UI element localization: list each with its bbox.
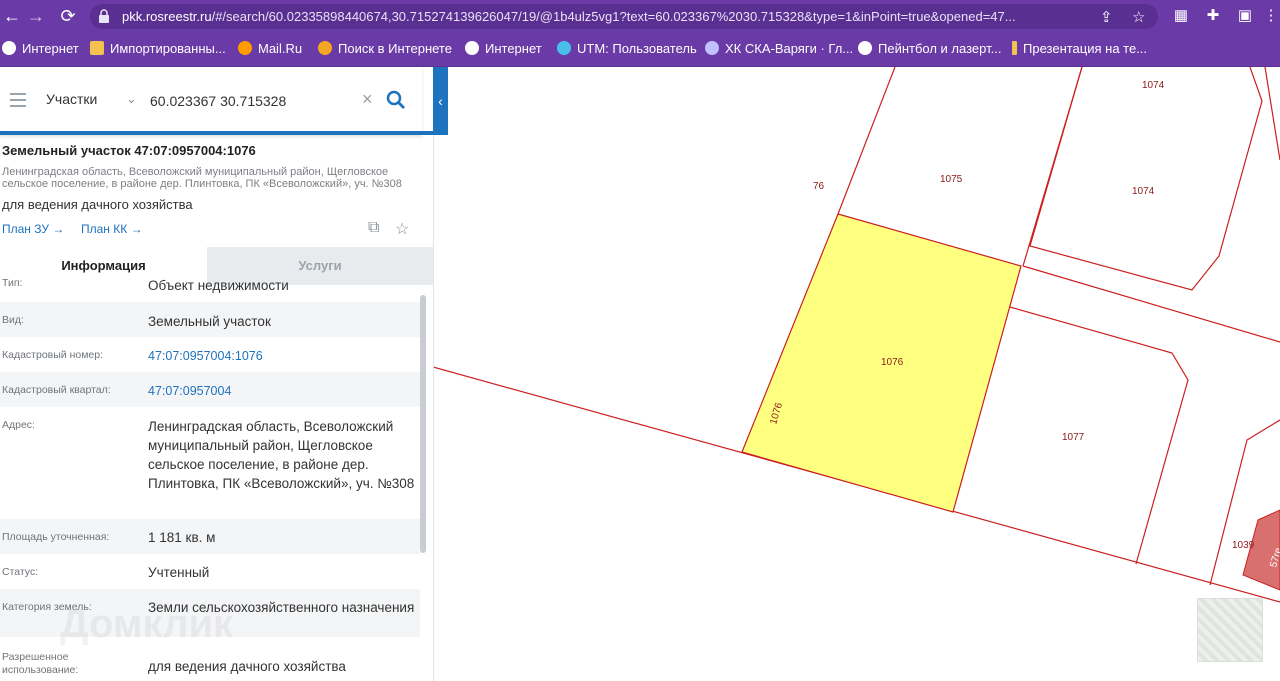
minimap[interactable]	[1197, 598, 1263, 662]
parcel-label: 1076	[881, 357, 904, 368]
sidebar-icon[interactable]: ▣	[1236, 7, 1254, 25]
address-bar[interactable]: pkk.rosreestr.ru/#/search/60.02335898440…	[90, 4, 1158, 29]
bookmark-item[interactable]: Mail.Ru	[238, 40, 302, 58]
object-use: для ведения дачного хозяйства	[2, 197, 193, 212]
property-label: Площадь уточненная:	[2, 531, 110, 543]
property-row: Площадь уточненная: 1 181 кв. м	[0, 519, 420, 554]
globe-icon	[858, 41, 872, 55]
boundary-line	[837, 67, 896, 215]
property-value: для ведения дачного хозяйства	[148, 659, 346, 674]
parcel-label: 1075	[940, 174, 963, 185]
search-underline	[0, 131, 433, 135]
scrollbar[interactable]	[420, 295, 426, 553]
folder-icon	[90, 41, 104, 55]
chevron-down-icon[interactable]: ⌄	[126, 91, 137, 107]
hockey-icon	[705, 41, 719, 55]
at-icon	[238, 41, 252, 55]
bookmarks-bar: Интернет Импортированны... Mail.Ru Поиск…	[0, 33, 1280, 67]
bookmark-item[interactable]: Поиск в Интернете	[318, 40, 452, 58]
bookmark-star-icon[interactable]: ☆	[1132, 8, 1145, 26]
info-panel: Участки ⌄ × Земельный участок 47:07:0957…	[0, 67, 434, 681]
forward-icon[interactable]: →	[24, 5, 48, 27]
property-value: Ленинградская область, Всеволожский муни…	[148, 419, 415, 491]
share-icon[interactable]: ⇪	[1100, 8, 1113, 26]
property-label: Статус:	[2, 566, 39, 578]
property-value: Учтенный	[148, 565, 210, 580]
extensions-icon[interactable]: ✚	[1204, 7, 1222, 25]
globe-icon	[465, 41, 479, 55]
parcel-label: 1074	[1142, 80, 1165, 91]
parcel-label: 1077	[1062, 432, 1085, 443]
menu-icon[interactable]: ⋮	[1262, 7, 1280, 25]
plan-kk-link[interactable]: План КК →	[81, 222, 143, 236]
boundary-line	[1264, 67, 1280, 161]
object-address: Ленинградская область, Всеволожский муни…	[2, 166, 402, 190]
qr-code-icon[interactable]: ▦	[1172, 7, 1190, 25]
property-value: Земельный участок	[148, 314, 271, 329]
object-title: Земельный участок 47:07:0957004:1076	[2, 143, 256, 158]
property-label: Вид:	[2, 314, 24, 326]
presentation-icon	[1012, 41, 1017, 55]
property-row: Статус: Учтенный	[0, 554, 420, 589]
parcel-label: 76	[813, 181, 825, 192]
bookmark-item[interactable]: Пейнтбол и лазерт...	[858, 40, 1001, 58]
view-details-icon[interactable]: ⧉	[368, 219, 379, 237]
back-icon[interactable]: ←	[0, 5, 24, 27]
collapse-panel-button[interactable]: ‹	[433, 67, 448, 135]
bookmark-item[interactable]: Импортированны...	[90, 40, 226, 58]
property-row: Адрес: Ленинградская область, Всеволожск…	[0, 407, 420, 519]
property-label: Кадастровый квартал:	[2, 384, 111, 396]
plan-zu-link[interactable]: План ЗУ →	[2, 222, 64, 236]
property-label: Адрес:	[2, 419, 35, 431]
property-row: Вид: Земельный участок	[0, 302, 420, 337]
url-text: pkk.rosreestr.ru/#/search/60.02335898440…	[122, 9, 1016, 24]
hamburger-icon[interactable]	[10, 93, 26, 111]
bookmark-item[interactable]: Интернет	[2, 40, 79, 58]
boundary-line	[1029, 67, 1263, 291]
parcel-label: 1039	[1232, 540, 1255, 551]
lock-icon	[99, 9, 109, 23]
search-input[interactable]	[150, 89, 360, 113]
watermark: Домклик	[60, 602, 234, 646]
parcel-label: 1074	[1132, 186, 1155, 197]
globe-icon	[2, 41, 16, 55]
search-bar: Участки ⌄ ×	[0, 67, 433, 135]
browser-toolbar: ← → ⟳ pkk.rosreestr.ru/#/search/60.02335…	[0, 0, 1280, 33]
reload-icon[interactable]: ⟳	[56, 5, 80, 27]
property-value: 1 181 кв. м	[148, 530, 216, 545]
star-icon[interactable]: ☆	[395, 219, 409, 239]
property-value: Объект недвижимости	[148, 278, 289, 293]
boundary-line	[1009, 306, 1189, 565]
bookmark-item[interactable]: Презентация на те...	[1012, 40, 1147, 58]
boundary-line	[1022, 265, 1280, 343]
cadastral-map[interactable]: 1074 1075 1074 76 1076 1077 1039 1076 57…	[433, 67, 1280, 681]
bookmark-item[interactable]: UTM: Пользователь	[557, 40, 697, 58]
property-label: Кадастровый номер:	[2, 349, 104, 361]
utm-icon	[557, 41, 571, 55]
property-label: Разрешенное использование:	[2, 651, 79, 676]
search-icon[interactable]	[385, 89, 407, 111]
property-label: Тип:	[2, 277, 23, 289]
bookmark-item[interactable]: Интернет	[465, 40, 542, 58]
property-row: Кадастровый номер: 47:07:0957004:1076	[0, 337, 420, 372]
close-icon[interactable]: ×	[362, 89, 373, 110]
search-engine-icon	[318, 41, 332, 55]
property-row: Тип: Объект недвижимости	[0, 277, 420, 302]
cadastral-number-link[interactable]: 47:07:0957004:1076	[148, 347, 416, 366]
cadastral-quarter-link[interactable]: 47:07:0957004	[148, 382, 416, 401]
search-type-select[interactable]: Участки	[46, 91, 97, 107]
bookmark-item[interactable]: ХК СКА-Варяги · Гл...	[705, 40, 853, 58]
map-canvas[interactable]: 1074 1075 1074 76 1076 1077 1039 1076 57…	[433, 67, 1280, 681]
property-row: Кадастровый квартал: 47:07:0957004	[0, 372, 420, 407]
